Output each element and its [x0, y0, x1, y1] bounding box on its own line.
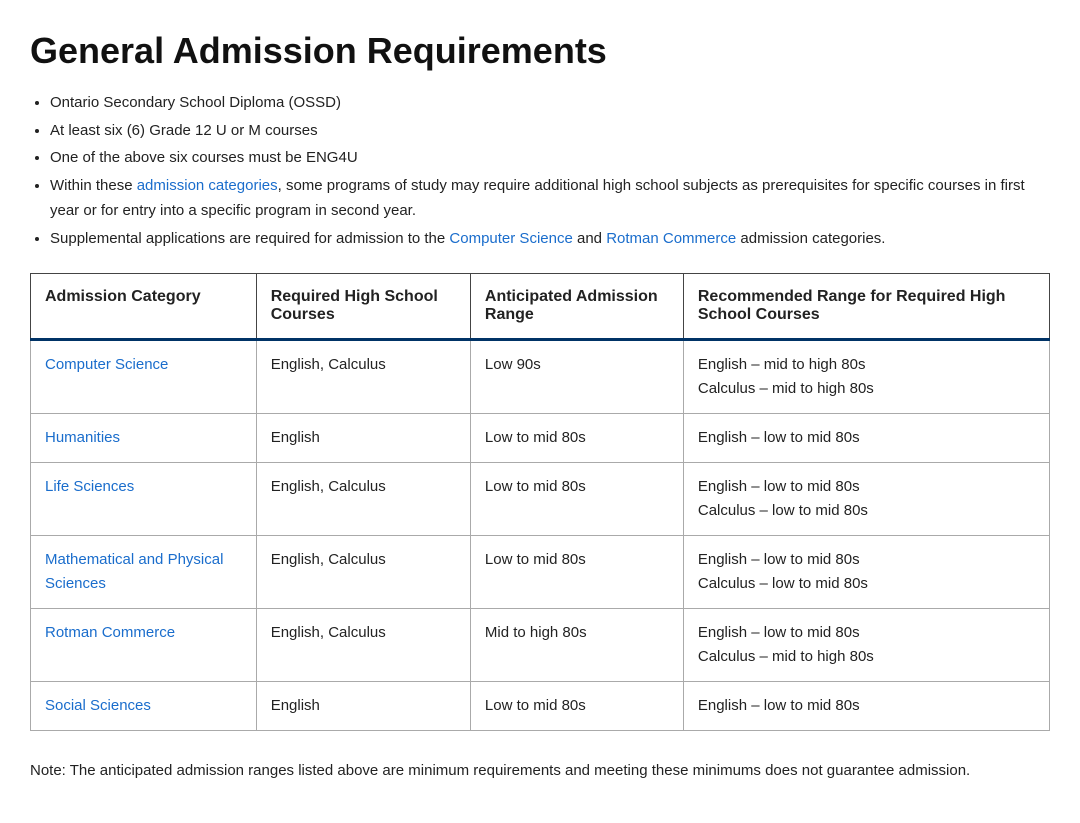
- note-text: Note: The anticipated admission ranges l…: [30, 759, 1050, 783]
- col-header-category: Admission Category: [31, 274, 257, 340]
- courses-cell: English, Calculus: [256, 536, 470, 609]
- table-row: Computer Science English, CalculusLow 90s…: [31, 340, 1050, 414]
- computer-science-link[interactable]: Computer Science: [449, 230, 572, 247]
- category-cell: Life Sciences: [31, 463, 257, 536]
- table-header: Admission Category Required High School …: [31, 274, 1050, 340]
- bullet-3: One of the above six courses must be ENG…: [50, 145, 1050, 171]
- range-cell: Low to mid 80s: [470, 536, 683, 609]
- recommended-cell: English – low to mid 80s: [683, 414, 1049, 463]
- category-cell: Computer Science: [31, 340, 257, 414]
- range-cell: Low to mid 80s: [470, 414, 683, 463]
- category-cell: Rotman Commerce: [31, 609, 257, 682]
- table-row: Humanities EnglishLow to mid 80sEnglish –…: [31, 414, 1050, 463]
- col-header-courses: Required High School Courses: [256, 274, 470, 340]
- recommended-cell: English – low to mid 80s: [683, 682, 1049, 731]
- bullet-5-before: Supplemental applications are required f…: [50, 230, 449, 247]
- category-link[interactable]: Life Sciences: [45, 478, 134, 495]
- table-row: Life Sciences English, CalculusLow to mid…: [31, 463, 1050, 536]
- recommended-cell: English – mid to high 80sCalculus – mid …: [683, 340, 1049, 414]
- range-cell: Mid to high 80s: [470, 609, 683, 682]
- bullet-1: Ontario Secondary School Diploma (OSSD): [50, 90, 1050, 116]
- category-link[interactable]: Social Sciences: [45, 697, 151, 714]
- bullet-3-text: One of the above six courses must be ENG…: [50, 149, 358, 166]
- table-row: Rotman Commerce English, CalculusMid to h…: [31, 609, 1050, 682]
- bullet-2-text: At least six (6) Grade 12 U or M courses: [50, 122, 318, 139]
- category-link[interactable]: Humanities: [45, 429, 120, 446]
- bullet-5: Supplemental applications are required f…: [50, 226, 1050, 252]
- category-link[interactable]: Computer Science: [45, 356, 168, 373]
- table-body: Computer ScienceEnglish, CalculusLow 90s…: [31, 340, 1050, 731]
- category-cell: Mathematical and Physical Sciences: [31, 536, 257, 609]
- courses-cell: English, Calculus: [256, 340, 470, 414]
- admission-table: Admission Category Required High School …: [30, 273, 1050, 731]
- category-cell: Humanities: [31, 414, 257, 463]
- courses-cell: English, Calculus: [256, 463, 470, 536]
- col-header-recommended: Recommended Range for Required High Scho…: [683, 274, 1049, 340]
- table-row: Social Sciences EnglishLow to mid 80sEngl…: [31, 682, 1050, 731]
- admission-categories-link[interactable]: admission categories: [137, 177, 278, 194]
- page-title: General Admission Requirements: [30, 30, 1050, 72]
- bullet-5-mid: and: [573, 230, 606, 247]
- courses-cell: English, Calculus: [256, 609, 470, 682]
- col-header-range: Anticipated Admission Range: [470, 274, 683, 340]
- category-link[interactable]: Rotman Commerce: [45, 624, 175, 641]
- rotman-commerce-link[interactable]: Rotman Commerce: [606, 230, 736, 247]
- recommended-cell: English – low to mid 80sCalculus – mid t…: [683, 609, 1049, 682]
- recommended-cell: English – low to mid 80sCalculus – low t…: [683, 463, 1049, 536]
- bullet-5-after: admission categories.: [736, 230, 885, 247]
- table-row: Mathematical and Physical Sciences Englis…: [31, 536, 1050, 609]
- category-cell: Social Sciences: [31, 682, 257, 731]
- recommended-cell: English – low to mid 80sCalculus – low t…: [683, 536, 1049, 609]
- header-row: Admission Category Required High School …: [31, 274, 1050, 340]
- bullet-1-text: Ontario Secondary School Diploma (OSSD): [50, 94, 341, 111]
- bullet-4: Within these admission categories, some …: [50, 173, 1050, 224]
- range-cell: Low to mid 80s: [470, 682, 683, 731]
- category-link[interactable]: Mathematical and Physical Sciences: [45, 551, 223, 592]
- intro-list: Ontario Secondary School Diploma (OSSD) …: [50, 90, 1050, 251]
- bullet-2: At least six (6) Grade 12 U or M courses: [50, 118, 1050, 144]
- courses-cell: English: [256, 682, 470, 731]
- courses-cell: English: [256, 414, 470, 463]
- bullet-4-before: Within these: [50, 177, 137, 194]
- range-cell: Low 90s: [470, 340, 683, 414]
- range-cell: Low to mid 80s: [470, 463, 683, 536]
